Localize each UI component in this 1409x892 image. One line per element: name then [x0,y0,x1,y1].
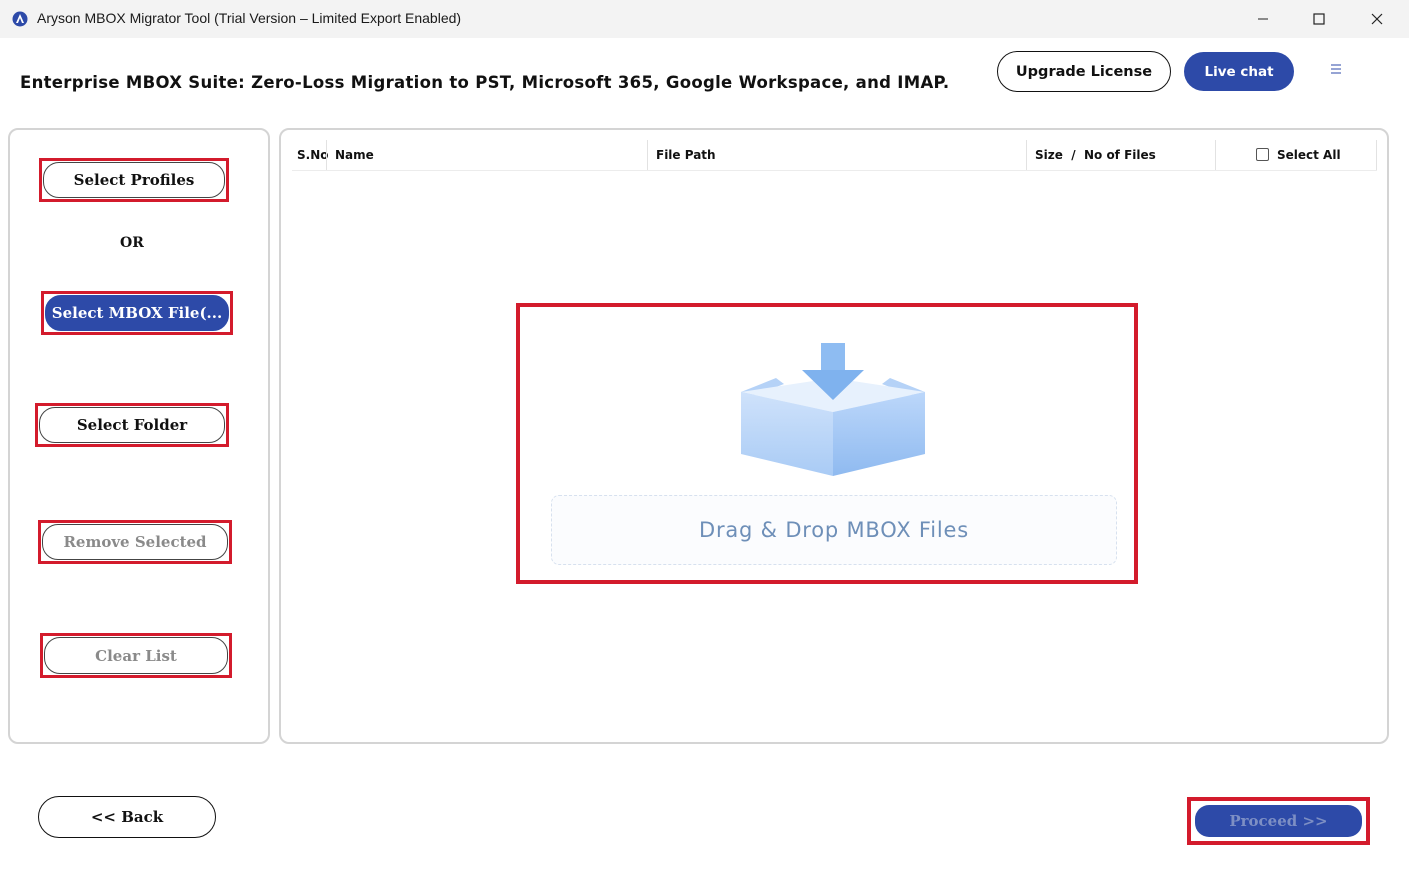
box-download-icon [741,343,925,476]
drop-text-area: Drag & Drop MBOX Files [551,495,1117,565]
table-header-divider [292,170,1377,171]
window-title: Aryson MBOX Migrator Tool (Trial Version… [37,10,462,26]
column-divider [1215,140,1216,170]
close-icon [1371,13,1383,25]
select-mbox-file-button[interactable]: Select MBOX File(... [41,291,233,335]
column-header-file-path: File Path [656,148,716,162]
column-divider [647,140,648,170]
remove-selected-label: Remove Selected [63,533,207,551]
select-all-label: Select All [1277,148,1341,162]
hamburger-icon[interactable] [1330,63,1342,75]
title-bar: Aryson MBOX Migrator Tool (Trial Version… [0,0,1409,38]
select-profiles-button[interactable]: Select Profiles [39,158,229,202]
app-logo-icon [12,11,28,27]
column-header-name: Name [335,148,374,162]
or-label: OR [120,235,144,251]
column-divider [1026,140,1027,170]
drop-zone-text: Drag & Drop MBOX Files [698,518,969,542]
live-chat-button[interactable]: Live chat [1184,52,1294,91]
proceed-label: Proceed >> [1229,812,1328,830]
select-folder-button[interactable]: Select Folder [35,403,229,447]
column-divider [326,140,327,170]
back-button[interactable]: << Back [38,796,216,838]
select-all-checkbox[interactable] [1256,148,1269,161]
column-divider [1376,140,1377,170]
upgrade-license-button[interactable]: Upgrade License [997,51,1171,92]
maximize-button[interactable] [1296,0,1342,38]
clear-list-label: Clear List [95,646,177,665]
minimize-icon [1258,18,1268,20]
maximize-icon [1313,13,1325,25]
proceed-button[interactable]: Proceed >> [1187,797,1370,845]
select-folder-label: Select Folder [76,416,188,434]
column-header-size: Size / No of Files [1035,148,1156,162]
minimize-button[interactable] [1240,0,1286,38]
select-profiles-label: Select Profiles [73,171,195,189]
close-button[interactable] [1354,0,1400,38]
column-header-sno: S.No [297,148,329,162]
select-mbox-file-label: Select MBOX File(... [51,304,223,322]
clear-list-button[interactable]: Clear List [40,633,232,678]
page-headline: Enterprise MBOX Suite: Zero-Loss Migrati… [20,73,950,92]
remove-selected-button[interactable]: Remove Selected [38,520,232,564]
